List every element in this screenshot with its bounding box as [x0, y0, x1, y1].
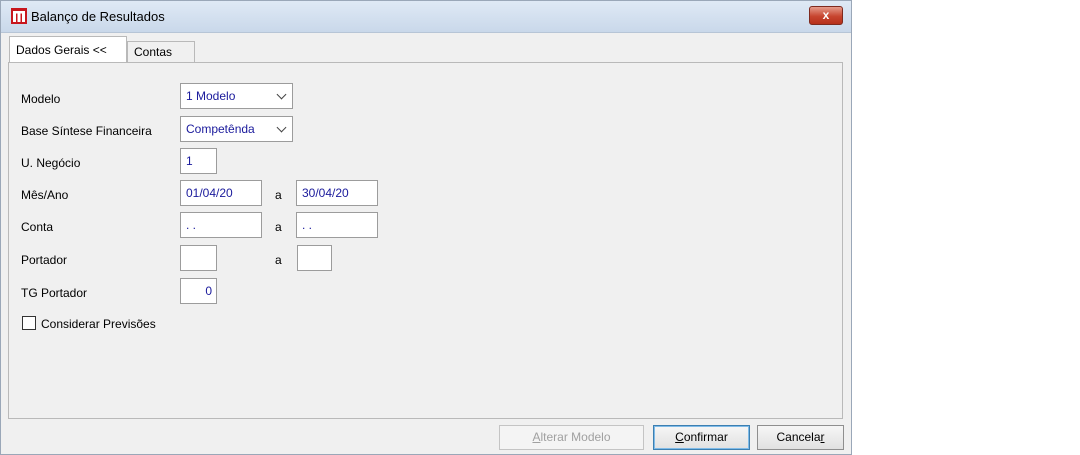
mesano-from-input[interactable]: 01/04/20 [180, 180, 262, 206]
conta-from-input[interactable]: . . [180, 212, 262, 238]
title-bar: Balanço de Resultados x [1, 1, 851, 33]
tgportador-input[interactable]: 0 [180, 278, 217, 304]
confirmar-mnemonic: C [675, 430, 684, 444]
modelo-label: Modelo [21, 92, 61, 106]
tab-dados-gerais[interactable]: Dados Gerais << [9, 36, 127, 62]
alterar-label: lterar Modelo [540, 430, 611, 444]
tgportador-label: TG Portador [21, 286, 88, 300]
mesano-label: Mês/Ano [21, 188, 69, 202]
portador-label: Portador [21, 253, 68, 267]
base-value: Competênda [186, 122, 255, 136]
cancelar-mnemonic: r [820, 430, 825, 444]
base-label: Base Síntese Financeira [21, 124, 152, 138]
previsoes-label[interactable]: Considerar Previsões [41, 317, 156, 331]
modelo-select[interactable]: 1 Modelo [180, 83, 293, 109]
alterar-modelo-button[interactable]: Alterar Modelo [499, 425, 644, 450]
dialog-window: Balanço de Resultados x Dados Gerais << … [0, 0, 852, 455]
window-title: Balanço de Resultados [31, 9, 165, 24]
mesano-sep: a [275, 188, 282, 202]
conta-to-input[interactable]: . . [296, 212, 378, 238]
close-button[interactable]: x [809, 6, 843, 25]
cancelar-label: Cancela [776, 430, 821, 444]
previsoes-checkbox[interactable] [22, 316, 36, 330]
portador-to-input[interactable] [297, 245, 332, 271]
conta-sep: a [275, 220, 282, 234]
cancelar-button[interactable]: Cancelar [757, 425, 844, 450]
conta-label: Conta [21, 220, 54, 234]
confirmar-label: onfirmar [683, 430, 728, 444]
unegocio-label: U. Negócio [21, 156, 81, 170]
tab-contas[interactable]: Contas [127, 41, 195, 62]
portador-sep: a [275, 253, 282, 267]
unegocio-input[interactable]: 1 [180, 148, 217, 174]
confirmar-button[interactable]: Confirmar [653, 425, 750, 450]
modelo-value: 1 Modelo [186, 89, 236, 103]
base-select[interactable]: Competênda [180, 116, 293, 142]
mesano-to-input[interactable]: 30/04/20 [296, 180, 378, 206]
close-icon: x [822, 8, 830, 22]
portador-from-input[interactable] [180, 245, 217, 271]
tab-panel [8, 62, 843, 419]
app-logo-icon [11, 8, 27, 24]
